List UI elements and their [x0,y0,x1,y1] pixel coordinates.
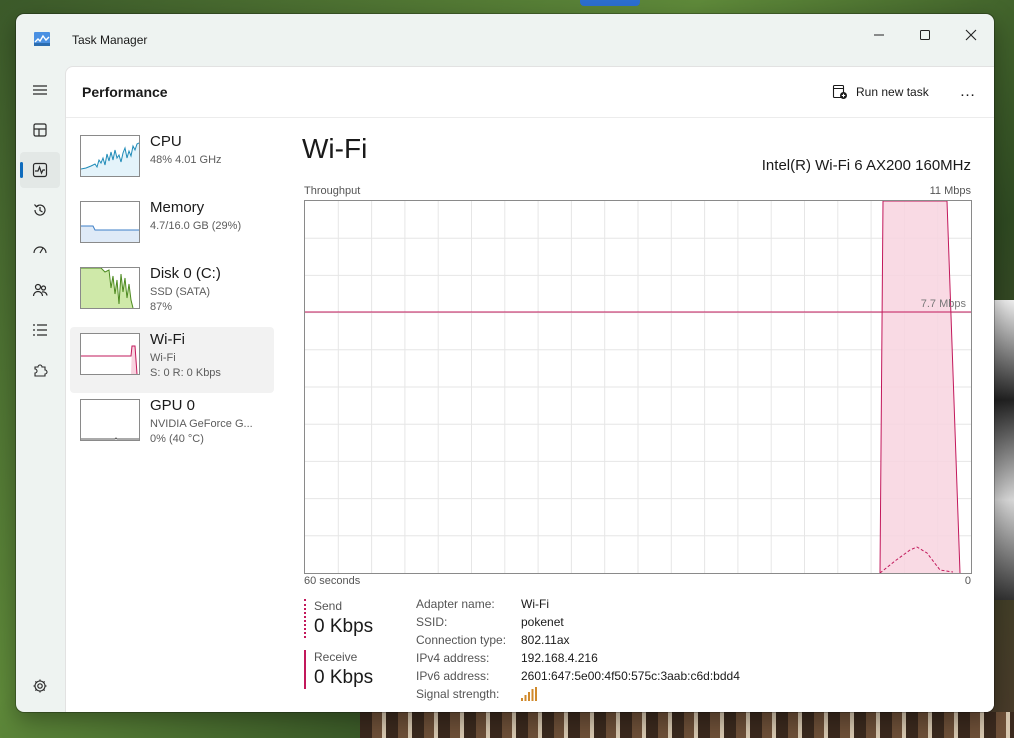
nav-app-history[interactable] [20,192,60,228]
send-stat: Send 0 Kbps [304,599,414,638]
history-icon [34,204,46,216]
time-axis-label: 60 seconds [304,575,361,587]
receive-value: 0 Kbps [314,667,374,688]
nav-details[interactable] [20,312,60,348]
property-value: 802.11ax [521,633,570,647]
resource-item-gpu[interactable]: GPU 0 NVIDIA GeForce G... 0% (40 °C) [70,393,274,459]
window-title: Task Manager [72,33,148,47]
property-value: pokenet [521,615,564,629]
resource-name: Wi-Fi [150,331,185,348]
resource-name: Disk 0 (C:) [150,265,221,282]
mini-graph-area [81,268,133,308]
maximize-button[interactable] [902,20,948,50]
run-new-task-label: Run new task [856,85,929,99]
detail-title: Wi-Fi [302,133,368,164]
performance-icon [32,162,48,178]
property-label: Signal strength: [416,687,500,701]
property-label: Adapter name: [416,597,495,611]
processes-icon [33,123,47,137]
run-new-task-button[interactable]: Run new task [832,81,929,103]
throughput-graph: 7.7 Mbps [304,200,972,574]
mini-graph-area [81,226,139,242]
settings-gear-icon [33,679,47,693]
resource-name: GPU 0 [150,397,196,414]
nav-settings[interactable] [20,668,60,704]
property-label: Connection type: [416,633,507,647]
gpu-mini-graph [80,399,140,441]
wifi-mini-graph [80,333,140,375]
close-button[interactable] [948,20,994,50]
resource-name: CPU [150,133,182,150]
memory-mini-graph [80,201,140,243]
page-title: Performance [82,84,168,100]
performance-resource-list: CPU 48% 4.01 GHz Memory 4.7/16.0 GB (29%… [70,129,274,459]
graph-max-label: 11 Mbps [929,185,971,197]
adapter-model: Intel(R) Wi-Fi 6 AX200 160MHz [761,157,971,174]
send-value: 0 Kbps [314,616,374,637]
property-value: 192.168.4.216 [521,651,598,665]
run-task-icon [832,84,847,99]
property-value: Wi-Fi [521,597,549,611]
nav-performance[interactable] [20,152,60,188]
resource-detail: 4.7/16.0 GB (29%) [150,220,242,232]
minimize-icon [874,34,884,36]
property-value: 2601:647:5e00:4f50:575c:3aab:c6d:bdd4 [521,669,740,683]
mini-graph-area [81,143,139,176]
resource-item-memory[interactable]: Memory 4.7/16.0 GB (29%) [70,195,274,261]
receive-label: Receive [314,650,358,664]
page-header: Performance Run new task … [66,67,994,118]
minimize-button[interactable] [856,20,902,50]
reference-label: 7.7 Mbps [921,298,967,310]
resource-item-cpu[interactable]: CPU 48% 4.01 GHz [70,129,274,195]
navigation-rail [16,66,64,712]
close-icon [965,29,977,41]
hamburger-icon [33,85,47,95]
mini-graph-line [81,345,138,374]
receive-area [880,201,960,573]
graph-metric-label: Throughput [304,185,361,197]
resource-item-disk[interactable]: Disk 0 (C:) SSD (SATA) 87% [70,261,274,327]
maximize-icon [920,30,930,40]
desktop-background-edge [994,300,1014,600]
desktop-background [580,0,640,6]
resource-detail-2: 87% [150,301,173,313]
mini-graph-line [81,437,139,440]
users-icon [32,283,48,297]
resource-name: Memory [150,199,205,216]
resource-detail-2: S: 0 R: 0 Kbps [150,367,221,379]
nav-processes[interactable] [20,112,60,148]
task-manager-app-icon [34,32,50,46]
axis-zero-label: 0 [964,575,971,587]
signal-strength-icon [521,687,537,701]
property-value [521,687,537,702]
hamburger-menu-button[interactable] [20,72,60,108]
resource-detail: SSD (SATA) [150,286,211,298]
details-list-icon [33,324,47,336]
more-options-button[interactable]: … [954,81,982,103]
title-bar: Task Manager [16,14,994,66]
cpu-mini-graph [80,135,140,177]
resource-detail: NVIDIA GeForce G... [150,418,253,430]
resource-detail: 48% 4.01 GHz [150,154,222,166]
desktop-background-bottom [360,712,1014,738]
property-label: IPv4 address: [416,651,490,665]
startup-speedometer-icon [33,246,47,254]
property-label: SSID: [416,615,448,629]
disk-mini-graph [80,267,140,309]
nav-startup-apps[interactable] [20,232,60,268]
receive-stat: Receive 0 Kbps [304,650,414,689]
resource-detail: Wi-Fi [150,352,176,364]
task-manager-window: Task Manager Performance Run new task … … [16,14,994,712]
property-label: IPv6 address: [416,669,490,683]
resource-detail-2: 0% (40 °C) [150,433,204,445]
services-puzzle-icon [34,364,48,377]
nav-users[interactable] [20,272,60,308]
nav-services[interactable] [20,352,60,388]
resource-item-wifi[interactable]: Wi-Fi Wi-Fi S: 0 R: 0 Kbps [70,327,274,393]
send-label: Send [314,599,343,613]
main-content: Performance Run new task … CPU 48% 4.01 … [65,66,994,712]
graph-grid [305,201,971,573]
